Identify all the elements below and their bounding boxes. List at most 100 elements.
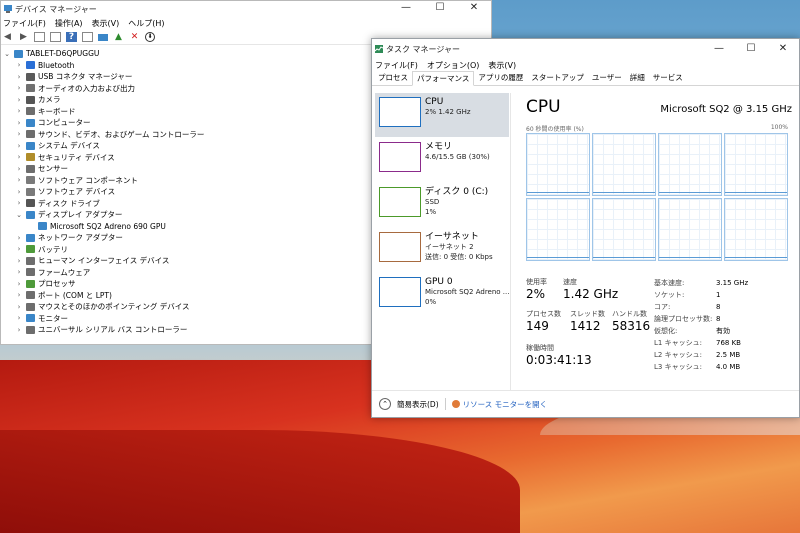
cpu-title: CPU [526,97,561,117]
resource-monitor-icon [451,400,460,408]
back-arrow-icon[interactable]: ◀ [2,32,13,42]
tab-processes[interactable]: プロセス [374,71,412,85]
device-tree-label: バッテリ [38,244,68,254]
resource-item[interactable]: GPU 0 Microsoft SQ2 Adreno ... 0% [375,273,509,317]
chevron-right-icon[interactable]: › [15,303,23,311]
device-tree-label: モニター [38,313,68,323]
resource-item[interactable]: CPU 2% 1.42 GHz [375,93,509,137]
chevron-right-icon[interactable]: › [15,268,23,276]
spec-key: L1 キャッシュ: [654,339,702,347]
resource-thumbnail-graph [379,187,421,217]
utilization-value: 2% [526,287,546,301]
device-category-icon [26,314,35,323]
chevron-right-icon[interactable]: › [15,61,23,69]
device-category-icon [26,199,35,208]
device-category-icon [26,279,35,288]
device-tree-label: ユニバーサル シリアル バス コントローラー [38,325,188,335]
chevron-right-icon[interactable]: › [15,119,23,127]
device-category-icon [26,210,35,219]
uninstall-icon[interactable]: ✕ [129,32,140,42]
scan-hardware-icon[interactable] [98,33,108,41]
device-category-icon [26,187,35,196]
minimize-button[interactable]: — [389,1,423,17]
menu-view[interactable]: 表示(V) [92,18,120,29]
chevron-right-icon[interactable]: › [15,73,23,81]
chevron-down-icon[interactable]: ⌄ [15,211,23,219]
resource-item[interactable]: イーサネット イーサネット 2 送信: 0 受信: 0 Kbps [375,228,509,272]
chevron-right-icon[interactable]: › [15,130,23,138]
chevron-right-icon[interactable]: › [15,314,23,322]
chevron-down-icon[interactable]: ⌄ [3,50,11,58]
chevron-right-icon[interactable]: › [15,234,23,242]
spec-row: L2 キャッシュ: 2.5 MB [654,349,792,361]
tab-users[interactable]: ユーザー [588,71,626,85]
threads-label: スレッド数 [570,310,605,318]
spec-value: 8 [716,315,721,323]
menu-action[interactable]: 操作(A) [55,18,83,29]
fewer-details-link[interactable]: 簡易表示(D) [397,399,439,410]
resource-monitor-link[interactable]: リソース モニターを開く [463,399,548,410]
device-tree-label: USB コネクタ マネージャー [38,72,133,82]
tab-app-history[interactable]: アプリの履歴 [474,71,527,85]
chevron-right-icon[interactable]: › [15,199,23,207]
uptime-value: 0:03:41:13 [526,353,592,367]
pane-divider[interactable] [510,93,511,391]
update-driver-icon[interactable]: ▲ [113,32,124,42]
menu-file[interactable]: ファイル(F) [3,18,46,29]
menu-view[interactable]: 表示(V) [488,60,516,71]
menu-options[interactable]: オプション(O) [427,60,480,71]
menu-file[interactable]: ファイル(F) [375,60,418,71]
spec-row: 仮想化: 有効 [654,325,792,337]
task-manager-window[interactable]: タスク マネージャー — ☐ ✕ ファイル(F) オプション(O) 表示(V) … [371,38,800,418]
chevron-right-icon[interactable]: › [15,153,23,161]
chevron-right-icon[interactable]: › [15,165,23,173]
chevron-right-icon[interactable]: › [15,84,23,92]
properties-icon[interactable] [34,32,45,42]
tab-startup[interactable]: スタートアップ [527,71,588,85]
forward-arrow-icon[interactable]: ▶ [18,32,29,42]
spec-key: ソケット: [654,291,685,299]
resource-item[interactable]: メモリ 4.6/15.5 GB (30%) [375,138,509,182]
show-hidden-icon[interactable] [82,32,93,42]
close-button[interactable]: ✕ [767,39,799,59]
tab-services[interactable]: サービス [649,71,687,85]
device-category-icon [26,61,35,70]
chevron-right-icon[interactable]: › [15,176,23,184]
device-tree-label: システム デバイス [38,141,100,151]
device-tree-label: ソフトウェア デバイス [38,187,116,197]
chevron-right-icon[interactable]: › [15,245,23,253]
spec-value: 768 KB [716,339,741,347]
tab-performance[interactable]: パフォーマンス [412,71,475,86]
chevron-right-icon[interactable]: › [15,188,23,196]
device-tree-label: ヒューマン インターフェイス デバイス [38,256,170,266]
chevron-right-icon[interactable]: › [15,257,23,265]
speed-value: 1.42 GHz [563,287,619,301]
chevron-right-icon[interactable]: › [15,107,23,115]
maximize-button[interactable]: ☐ [423,1,457,17]
device-category-icon [26,302,35,311]
resource-item[interactable]: ディスク 0 (C:) SSD 1% [375,183,509,227]
spec-value: 4.0 MB [716,363,741,371]
tab-details[interactable]: 詳細 [626,71,649,85]
resource-name: イーサネット [425,232,479,242]
device-manager-titlebar[interactable]: デバイス マネージャー — ☐ ✕ [1,1,491,17]
cpu-model: Microsoft SQ2 @ 3.15 GHz [660,104,792,115]
handles-value: 58316 [612,319,651,333]
spec-value: 有効 [716,327,730,335]
chevron-right-icon[interactable]: › [15,291,23,299]
chevron-right-icon[interactable]: › [15,142,23,150]
device-category-icon [26,153,35,162]
minimize-button[interactable]: — [703,39,735,59]
menu-help[interactable]: ヘルプ(H) [128,18,164,29]
task-manager-titlebar[interactable]: タスク マネージャー — ☐ ✕ [372,39,799,59]
chevron-right-icon[interactable]: › [15,326,23,334]
update-view-icon[interactable] [50,32,61,42]
download-icon[interactable]: ⬇ [145,32,155,42]
resource-detail: 0% [425,297,437,306]
chevron-up-icon[interactable]: ⌃ [379,398,391,410]
maximize-button[interactable]: ☐ [735,39,767,59]
help-icon[interactable]: ? [66,32,77,42]
close-button[interactable]: ✕ [457,1,491,17]
chevron-right-icon[interactable]: › [15,96,23,104]
chevron-right-icon[interactable]: › [15,280,23,288]
